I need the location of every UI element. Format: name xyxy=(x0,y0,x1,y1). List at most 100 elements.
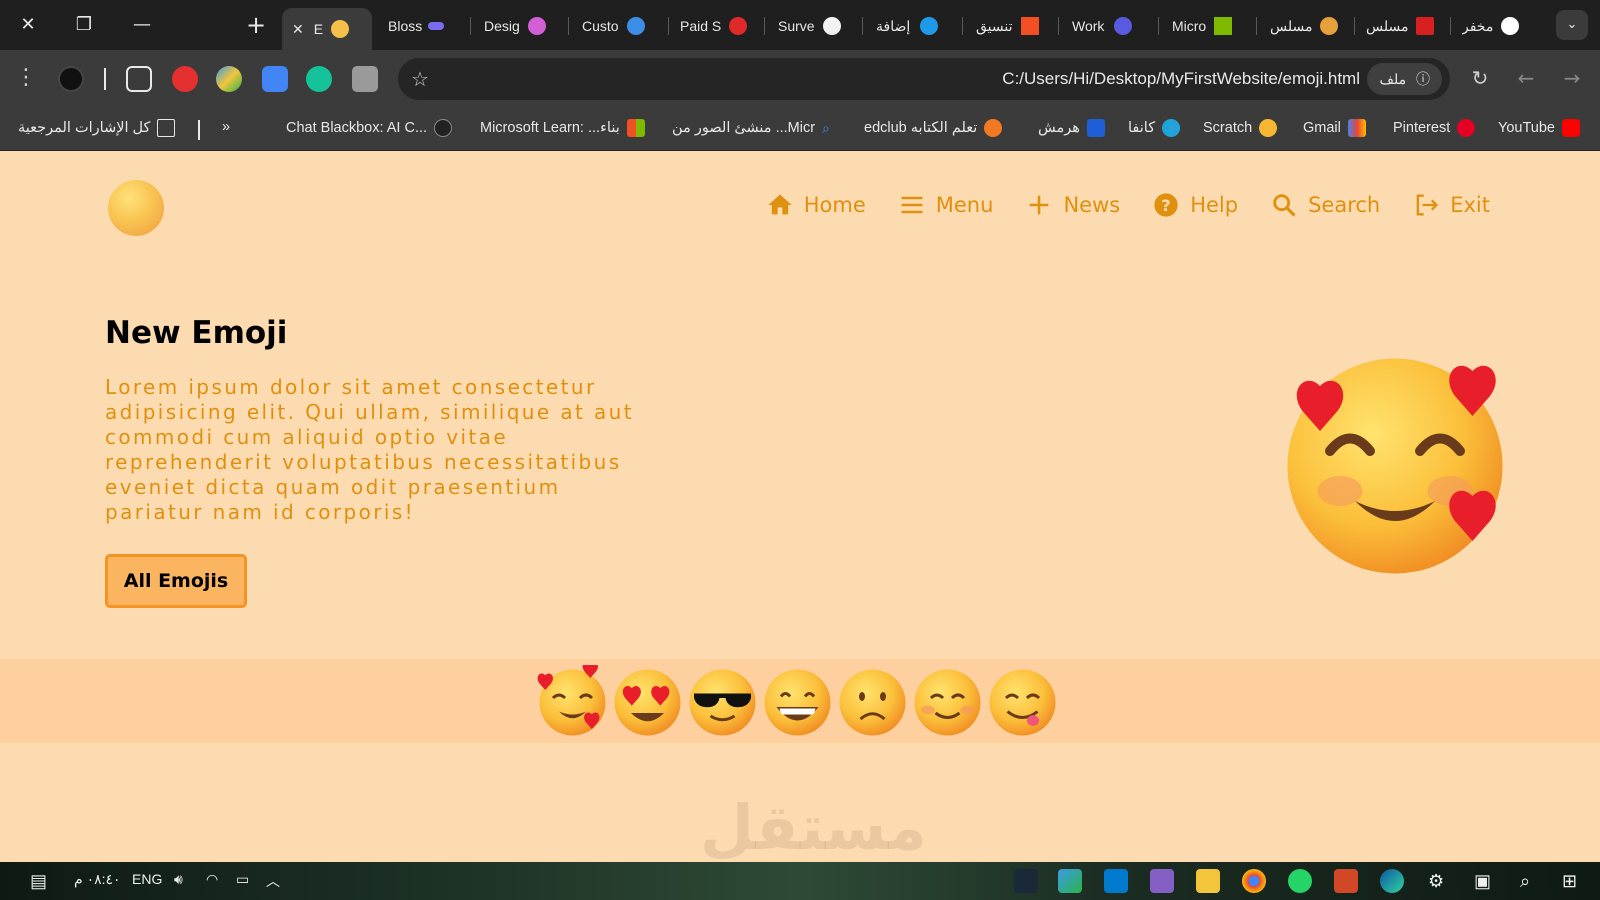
powerpoint-icon[interactable] xyxy=(1334,869,1358,893)
reload-icon[interactable]: ↻ xyxy=(1468,66,1492,90)
bookmark-image-creator[interactable]: منشئ الصور من ...Micr ⌕ xyxy=(672,119,840,137)
nav-menu[interactable]: Menu xyxy=(898,191,993,219)
tab-separator xyxy=(568,17,569,35)
tray-chevron-icon[interactable]: ︿ xyxy=(266,871,280,891)
tab-separator xyxy=(1354,17,1355,35)
tab-series-1[interactable]: مسلس xyxy=(1270,14,1344,38)
tab-series-2[interactable]: مسلس xyxy=(1366,14,1440,38)
tab-format[interactable]: تنسيق xyxy=(976,14,1048,38)
screenshot-camera-icon[interactable] xyxy=(352,66,378,92)
windows-start-icon[interactable]: ⊞ xyxy=(1562,871,1577,892)
forward-arrow-icon[interactable]: → xyxy=(1560,66,1584,90)
bookmark-label: YouTube xyxy=(1498,120,1555,136)
clock[interactable]: ٠٨:٤٠ م xyxy=(74,871,121,888)
tab-custom[interactable]: Custo xyxy=(582,14,658,38)
watermark: مستقل xyxy=(700,791,927,862)
home-icon xyxy=(768,194,792,215)
tab-addition[interactable]: إضافة xyxy=(876,14,958,38)
tab-micro[interactable]: Micro xyxy=(1172,14,1244,38)
translate-extension-icon[interactable] xyxy=(262,66,288,92)
file-explorer-icon[interactable] xyxy=(1196,869,1220,893)
close-tab-icon[interactable]: ✕ xyxy=(292,21,304,38)
nav-exit[interactable]: Exit xyxy=(1412,191,1490,219)
tab-work[interactable]: Work xyxy=(1072,14,1148,38)
grammarly-extension-icon[interactable] xyxy=(306,66,332,92)
smiling-face-with-hearts-icon xyxy=(537,665,606,736)
restore-window-icon[interactable]: ❐ xyxy=(66,10,102,40)
tab-blossom[interactable]: Bloss xyxy=(388,14,460,38)
tab-separator xyxy=(1158,17,1159,35)
whatsapp-icon[interactable] xyxy=(1288,869,1312,893)
bookmark-label: هرمش xyxy=(1038,120,1080,136)
extensions-puzzle-icon[interactable] xyxy=(126,66,152,92)
tab-survey[interactable]: Surve xyxy=(778,14,852,38)
bookmark-label: Chat Blackbox: AI C... xyxy=(286,120,428,136)
nav-label: Search xyxy=(1308,193,1381,217)
address-bar[interactable]: ☆ C:/Users/Hi/Desktop/MyFirstWebsite/emo… xyxy=(398,58,1450,100)
bookmark-pinterest[interactable]: Pinterest xyxy=(1393,119,1476,137)
nav-help[interactable]: ? Help xyxy=(1152,191,1238,219)
svg-text:?: ? xyxy=(1161,196,1170,215)
bookmark-star-icon[interactable]: ☆ xyxy=(408,67,432,91)
all-emojis-button[interactable]: All Emojis xyxy=(105,554,247,608)
nav-home[interactable]: Home xyxy=(766,191,866,219)
tab-separator xyxy=(962,17,963,35)
edge-canary-icon[interactable] xyxy=(1058,869,1082,893)
bookmark-microsoft-learn[interactable]: Microsoft Learn: ...بناء xyxy=(480,119,645,137)
blushing-icon xyxy=(914,669,981,736)
volume-icon[interactable]: 🔊︎ xyxy=(174,871,183,888)
tab-label: Micro xyxy=(1172,18,1207,34)
bookmark-label: Microsoft Learn: ...بناء xyxy=(480,120,620,136)
nav-search[interactable]: Search xyxy=(1270,191,1380,219)
bookmark-edclub[interactable]: edclub تعلم الكتابه xyxy=(864,119,1003,137)
nav-news[interactable]: News xyxy=(1025,191,1120,219)
survey-icon xyxy=(822,17,841,35)
close-window-icon[interactable]: ✕ xyxy=(10,10,46,40)
task-view-icon[interactable]: ▣ xyxy=(1474,871,1491,892)
extension-n-icon[interactable] xyxy=(58,66,84,92)
back-arrow-icon[interactable]: ← xyxy=(1514,66,1538,90)
bookmark-scratch[interactable]: Scratch xyxy=(1203,119,1278,137)
bookmark-canva[interactable]: كانفا xyxy=(1128,119,1181,137)
wifi-icon[interactable]: ◠ xyxy=(206,871,218,888)
bookmark-youtube[interactable]: YouTube xyxy=(1498,119,1580,137)
notification-icon[interactable]: ▤ xyxy=(30,871,47,892)
tab-design[interactable]: Desig xyxy=(484,14,558,38)
minimize-window-icon[interactable]: — xyxy=(124,10,160,40)
tab-active[interactable]: ✕ E xyxy=(282,8,372,50)
tab-search-chevron-icon[interactable]: ⌄ xyxy=(1556,10,1588,40)
tab-separator xyxy=(668,17,669,35)
browser-tab-bar: ✕ ❐ — + ✕ E Bloss Desig Custo Paid S Sur… xyxy=(0,0,1600,50)
tab-paid[interactable]: Paid S xyxy=(680,14,756,38)
bookmark-gmail[interactable]: Gmail xyxy=(1303,119,1366,137)
extension-globe-icon[interactable] xyxy=(216,66,242,92)
steam-icon[interactable] xyxy=(1014,869,1038,893)
canva-icon xyxy=(1162,119,1181,137)
tab-label: Surve xyxy=(778,18,815,34)
vscode-icon[interactable] xyxy=(1104,869,1128,893)
language-indicator[interactable]: ENG xyxy=(132,871,162,887)
all-bookmarks-folder[interactable]: كل الإشارات المرجعية xyxy=(18,119,176,137)
search-icon[interactable]: ⌕ xyxy=(1520,871,1530,892)
bookmark-harmash[interactable]: هرمش xyxy=(1038,119,1105,137)
battery-icon[interactable]: ▭ xyxy=(236,871,249,888)
site-info-chip[interactable]: ملف ⓘ xyxy=(1367,63,1442,95)
bookmark-blackbox[interactable]: Chat Blackbox: AI C... xyxy=(286,119,453,137)
chrome-icon[interactable] xyxy=(1242,869,1266,893)
tab-station[interactable]: مخفر xyxy=(1462,14,1532,38)
bookmarks-bar: YouTube Pinterest Gmail Scratch كانفا هر… xyxy=(0,108,1600,151)
new-tab-icon[interactable]: + xyxy=(238,10,274,40)
scratch-icon xyxy=(1259,119,1278,137)
url-text[interactable]: C:/Users/Hi/Desktop/MyFirstWebsite/emoji… xyxy=(1002,69,1360,89)
browser-toolbar: ⋮ ☆ C:/Users/Hi/Desktop/MyFirstWebsite/e… xyxy=(0,50,1600,108)
browser-menu-icon[interactable]: ⋮ xyxy=(14,66,38,90)
bookmarks-overflow-chevron[interactable]: » xyxy=(222,119,230,135)
bookmark-label: منشئ الصور من ...Micr xyxy=(672,120,816,136)
site-logo[interactable] xyxy=(108,180,164,236)
edge-icon[interactable] xyxy=(1380,869,1404,893)
adblock-extension-icon[interactable] xyxy=(172,66,198,92)
visual-studio-icon[interactable] xyxy=(1150,869,1174,893)
paid-icon xyxy=(729,17,748,35)
settings-gear-icon[interactable]: ⚙ xyxy=(1428,871,1444,892)
bookmark-label: edclub تعلم الكتابه xyxy=(864,120,978,136)
